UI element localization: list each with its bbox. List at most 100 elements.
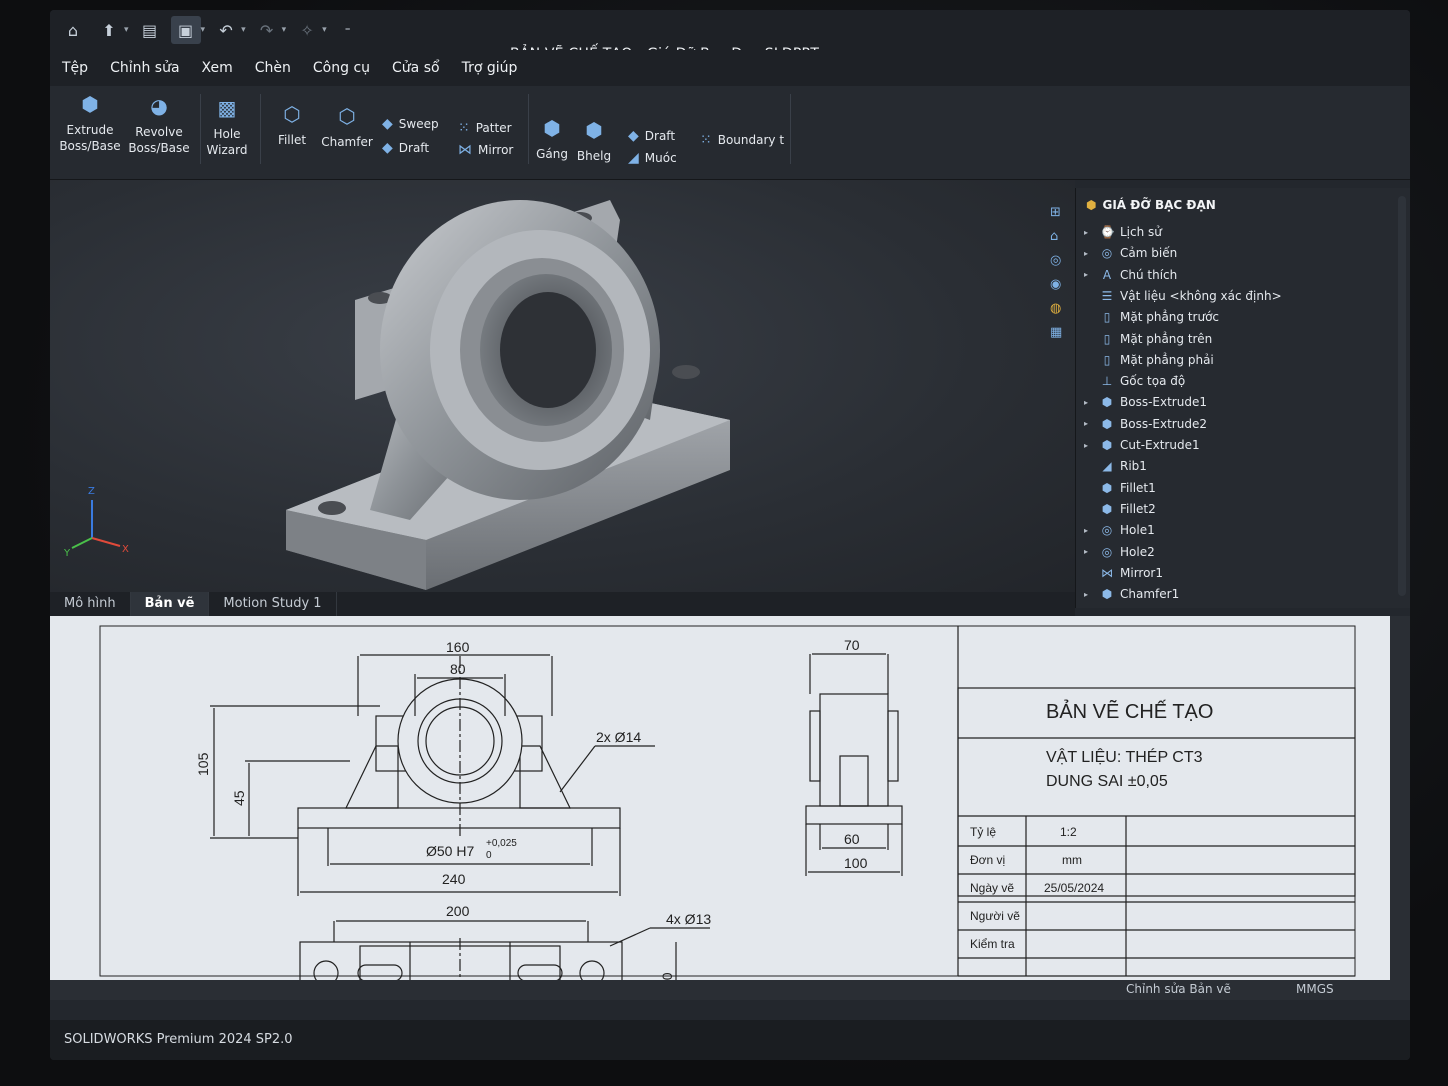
chevron-down-icon[interactable]: ▾ [241, 25, 246, 35]
chevron-down-icon[interactable]: ▾ [282, 25, 287, 35]
chamfer-label: Chamfer [321, 135, 373, 149]
tab-drawing[interactable]: Bản vẽ [130, 592, 210, 616]
axis-z-label: Z [88, 486, 95, 497]
tree-item[interactable]: ▯ Mặt phẳng phải [1084, 350, 1214, 370]
gang-button[interactable]: ⬢ Gáng [534, 118, 570, 162]
tree-item-label: Boss-Extrude1 [1120, 395, 1207, 410]
chevron-down-icon[interactable]: ▾ [201, 25, 206, 35]
mirror-button[interactable]: ⋈ Mirror [458, 142, 513, 158]
tree-item[interactable]: ⊥ Gốc tọa độ [1084, 371, 1185, 391]
chevron-down-icon[interactable]: ▾ [322, 25, 327, 35]
hole-wizard-button[interactable]: ▩ Hole Wizard [202, 98, 252, 158]
tree-item-label: Mặt phẳng phải [1120, 352, 1214, 367]
menu-help[interactable]: Trợ giúp [462, 60, 518, 76]
expand-arrow-icon[interactable]: ▸ [1084, 270, 1094, 279]
tree-item[interactable]: ◢ Rib1 [1084, 456, 1147, 476]
view-display-icon[interactable]: ◉ [1050, 277, 1062, 292]
redo-icon[interactable]: ↷ [252, 16, 282, 44]
expand-arrow-icon[interactable]: ▸ [1084, 228, 1094, 237]
menu-window[interactable]: Cửa sổ [392, 60, 440, 76]
document-tabs: Mô hình Bản vẽ Motion Study 1 [50, 592, 1075, 616]
draft-2-button[interactable]: ◆ Draft [628, 128, 675, 144]
new-document-icon[interactable]: ⬆ [94, 16, 124, 44]
draft-2-icon: ◆ [628, 128, 639, 144]
customize-icon[interactable]: ⁼ [333, 16, 363, 44]
expand-arrow-icon[interactable]: ▸ [1084, 398, 1094, 407]
tree-item[interactable]: ▸ ⬢ Boss-Extrude1 [1084, 392, 1207, 412]
tree-item[interactable]: ▯ Mặt phẳng trước [1084, 307, 1219, 327]
expand-arrow-icon[interactable]: ▸ [1084, 547, 1094, 556]
expand-arrow-icon[interactable]: ▸ [1084, 419, 1094, 428]
tb-date-label: Ngày vẽ [970, 881, 1014, 895]
menu-view[interactable]: Xem [202, 60, 233, 76]
feature-icon: ◢ [1102, 459, 1112, 474]
tree-item[interactable]: ▯ Mặt phẳng trên [1084, 329, 1213, 349]
chevron-down-icon[interactable]: ▾ [124, 25, 129, 35]
menu-insert[interactable]: Chèn [255, 60, 291, 76]
drawing-views: 160 80 105 45 Ø50 H7 +0,025 0 240 2x Ø14… [99, 625, 1356, 1005]
view-zoom-icon[interactable]: ⊞ [1050, 205, 1062, 220]
undo-icon[interactable]: ↶ [211, 16, 241, 44]
tree-item[interactable]: ▸ ⌚ Lịch sử [1084, 222, 1162, 242]
feature-icon: ◎ [1101, 523, 1113, 538]
view-appearance-icon[interactable]: ◍ [1050, 301, 1062, 316]
dim-45: 45 [231, 790, 247, 806]
drawing-sheet[interactable]: 160 80 105 45 Ø50 H7 +0,025 0 240 2x Ø14… [50, 616, 1390, 1005]
feature-icon: ⊥ [1101, 374, 1113, 389]
tree-root[interactable]: ⬢ GIÁ ĐỠ BẠC ĐẠN [1086, 198, 1216, 212]
dim-160: 160 [446, 639, 470, 655]
tree-item[interactable]: ▸ ◎ Hole1 [1084, 520, 1155, 540]
sweep-icon: ◆ [382, 116, 393, 132]
tree-item[interactable]: ▸ ◎ Hole2 [1084, 542, 1155, 562]
status-units[interactable]: MMGS [1296, 982, 1334, 996]
tab-model[interactable]: Mô hình [50, 592, 131, 616]
save-icon[interactable]: ▣ [170, 16, 201, 44]
tree-item[interactable]: ⋈ Mirror1 [1084, 563, 1163, 583]
extrude-boss-button[interactable]: ⬢ Extrude Boss/Base [59, 94, 120, 154]
tree-item[interactable]: ▸ ◎ Cảm biến [1084, 243, 1177, 263]
dim-240: 240 [442, 871, 466, 887]
tree-item-label: Lịch sử [1120, 225, 1162, 239]
expand-arrow-icon[interactable]: ▸ [1084, 249, 1094, 258]
title-block-title: BẢN VẼ CHẾ TẠO [1046, 699, 1213, 723]
view-home-icon[interactable]: ⌂ [1050, 229, 1062, 244]
home-icon[interactable]: ⌂ [58, 16, 88, 44]
expand-arrow-icon[interactable]: ▸ [1084, 526, 1094, 535]
boundary-button[interactable]: ⁙ Boundary t [700, 132, 784, 148]
view-orient-icon[interactable]: ◎ [1050, 253, 1062, 268]
tree-item[interactable]: ▸ ⬢ Chamfer1 [1084, 584, 1179, 604]
view-table-icon[interactable]: ▦ [1050, 325, 1062, 340]
tree-scrollbar[interactable] [1398, 196, 1406, 596]
menu-file[interactable]: Tệp [62, 60, 88, 76]
tree-item[interactable]: ▸ A Chú thích [1084, 265, 1177, 285]
bhelg-button[interactable]: ⬢ Bhelg [576, 120, 612, 164]
draft-2-label: Draft [644, 129, 676, 143]
revolve-label: Revolve Boss/Base [128, 125, 190, 155]
tb-date-value: 25/05/2024 [1044, 881, 1104, 895]
menu-tools[interactable]: Công cụ [313, 60, 370, 76]
menu-edit[interactable]: Chỉnh sửa [110, 60, 179, 76]
revolve-boss-button[interactable]: ◕ Revolve Boss/Base [126, 96, 192, 156]
tree-item[interactable]: ⬢ Fillet2 [1084, 499, 1156, 519]
pattern-button[interactable]: ⁙ Patter [458, 120, 512, 136]
tab-motion-study[interactable]: Motion Study 1 [209, 592, 337, 616]
muoc-button[interactable]: ◢ Muóc [628, 150, 677, 166]
tree-item[interactable]: ☰ Vật liệu <không xác định> [1084, 286, 1282, 306]
expand-arrow-icon[interactable]: ▸ [1084, 441, 1094, 450]
3d-viewport[interactable]: Z X Y [50, 180, 1075, 592]
draft-button[interactable]: ◆ Draft [382, 140, 429, 156]
print-icon[interactable]: ▤ [135, 16, 165, 44]
chamfer-button[interactable]: ⬡ Chamfer [320, 106, 374, 150]
fillet-button[interactable]: ⬡ Fillet [270, 104, 314, 148]
dim-80: 80 [450, 661, 466, 677]
expand-arrow-icon[interactable]: ▸ [1084, 590, 1094, 599]
tree-item[interactable]: ▸ ⬢ Cut-Extrude1 [1084, 435, 1200, 455]
tree-item-label: Mặt phẳng trước [1120, 310, 1220, 325]
tb-unit-label: Đơn vị [970, 853, 1005, 867]
feature-icon: ⬢ [1101, 501, 1113, 516]
select-icon[interactable]: ✧ [292, 16, 322, 44]
tree-item[interactable]: ▸ ⬢ Boss-Extrude2 [1084, 414, 1207, 434]
sweep-button[interactable]: ◆ Sweep [382, 116, 439, 132]
tree-item[interactable]: ⬢ Fillet1 [1084, 478, 1156, 498]
drawing-scrollbar[interactable] [1390, 616, 1410, 980]
